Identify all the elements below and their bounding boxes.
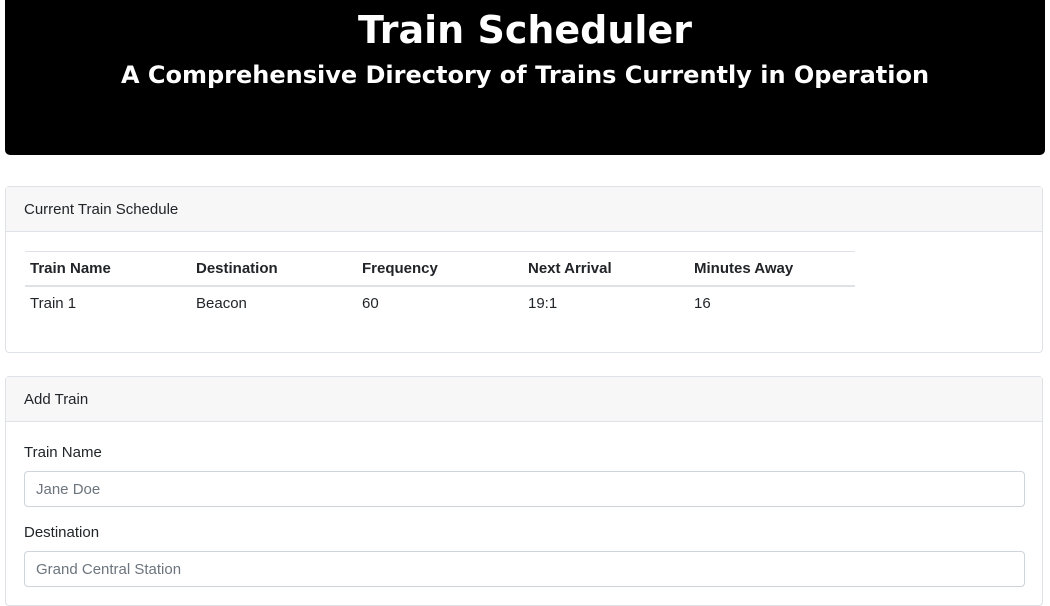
page-title: Train Scheduler: [358, 8, 692, 52]
add-train-card-header: Add Train: [6, 377, 1042, 422]
train-name-label: Train Name: [24, 444, 102, 461]
page-header: Train Scheduler A Comprehensive Director…: [5, 0, 1045, 155]
cell-next-arrival: 19:1: [528, 294, 558, 312]
column-header-train-name: Train Name: [25, 251, 191, 287]
column-header-next-arrival: Next Arrival: [523, 251, 689, 287]
cell-train-name: Train 1: [30, 294, 77, 312]
add-train-form: Train Name Destination: [24, 422, 1026, 587]
column-header-minutes-away: Minutes Away: [689, 251, 855, 287]
table-row: Train 1 Beacon 60 19:1 16: [25, 286, 855, 320]
schedule-card: Current Train Schedule Train Name Destin…: [5, 186, 1043, 353]
cell-destination: Beacon: [196, 294, 247, 312]
schedule-card-header: Current Train Schedule: [6, 187, 1042, 232]
destination-input[interactable]: [24, 551, 1025, 587]
column-header-frequency: Frequency: [357, 251, 523, 287]
column-header-destination: Destination: [191, 251, 357, 287]
add-train-card: Add Train Train Name Destination: [5, 376, 1043, 606]
train-name-input[interactable]: [24, 471, 1025, 507]
destination-label: Destination: [24, 524, 100, 541]
table-header-row: Train Name Destination Frequency Next Ar…: [25, 251, 855, 287]
train-name-group: Train Name: [24, 444, 1026, 507]
cell-frequency: 60: [362, 294, 379, 312]
destination-group: Destination: [24, 524, 1026, 587]
cell-minutes-away: 16: [694, 294, 711, 312]
schedule-table: Train Name Destination Frequency Next Ar…: [25, 251, 855, 320]
page-subtitle: A Comprehensive Directory of Trains Curr…: [120, 61, 930, 89]
